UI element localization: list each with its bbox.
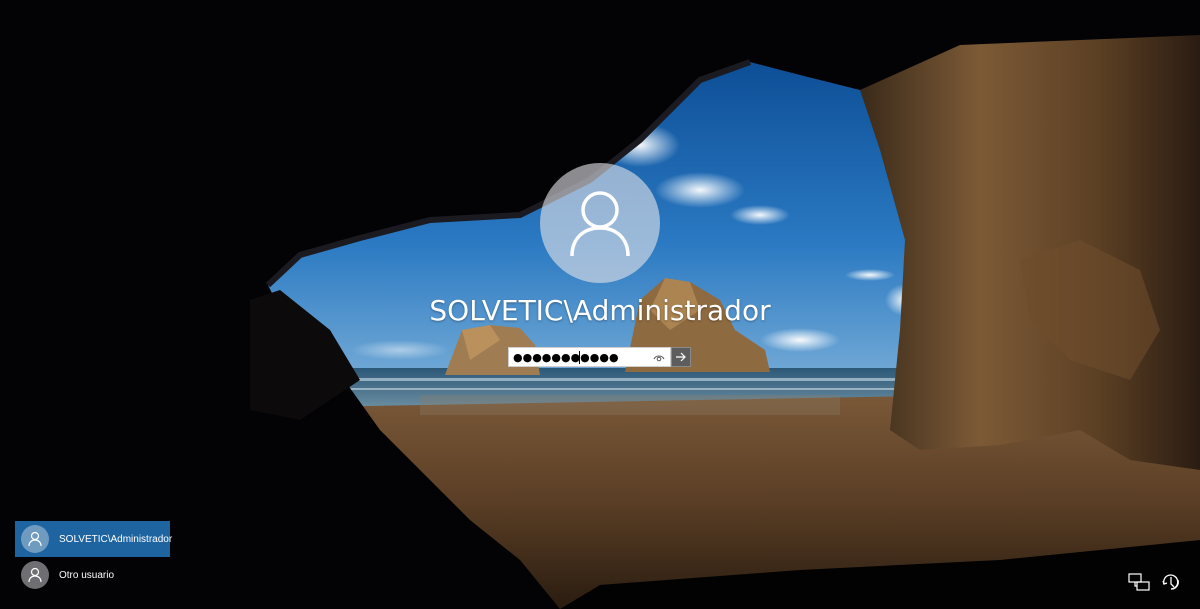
password-input[interactable] [509, 348, 653, 367]
user-icon [21, 561, 49, 589]
network-icon [1128, 573, 1150, 591]
eye-icon[interactable] [652, 351, 666, 365]
user-icon [570, 191, 630, 257]
password-box [508, 347, 691, 367]
user-item-administrador[interactable]: SOLVETIC\Administrador [15, 521, 173, 557]
user-avatar [540, 163, 660, 283]
login-username: SOLVETIC\Administrador [429, 294, 771, 327]
network-button[interactable] [1128, 571, 1150, 593]
ease-of-access-icon [1162, 574, 1179, 590]
submit-button[interactable] [671, 347, 691, 367]
user-item-otro-usuario[interactable]: Otro usuario [15, 557, 170, 593]
arrow-right-icon [676, 352, 686, 362]
user-item-label: SOLVETIC\Administrador [59, 533, 173, 545]
password-field-container [508, 347, 671, 367]
login-panel: SOLVETIC\Administrador [0, 0, 1200, 609]
text-caret [579, 351, 580, 364]
ease-of-access-button[interactable] [1160, 571, 1182, 593]
user-switcher-list: SOLVETIC\Administrador Otro usuario [15, 521, 173, 593]
user-item-label: Otro usuario [59, 569, 115, 581]
user-icon [21, 525, 49, 553]
